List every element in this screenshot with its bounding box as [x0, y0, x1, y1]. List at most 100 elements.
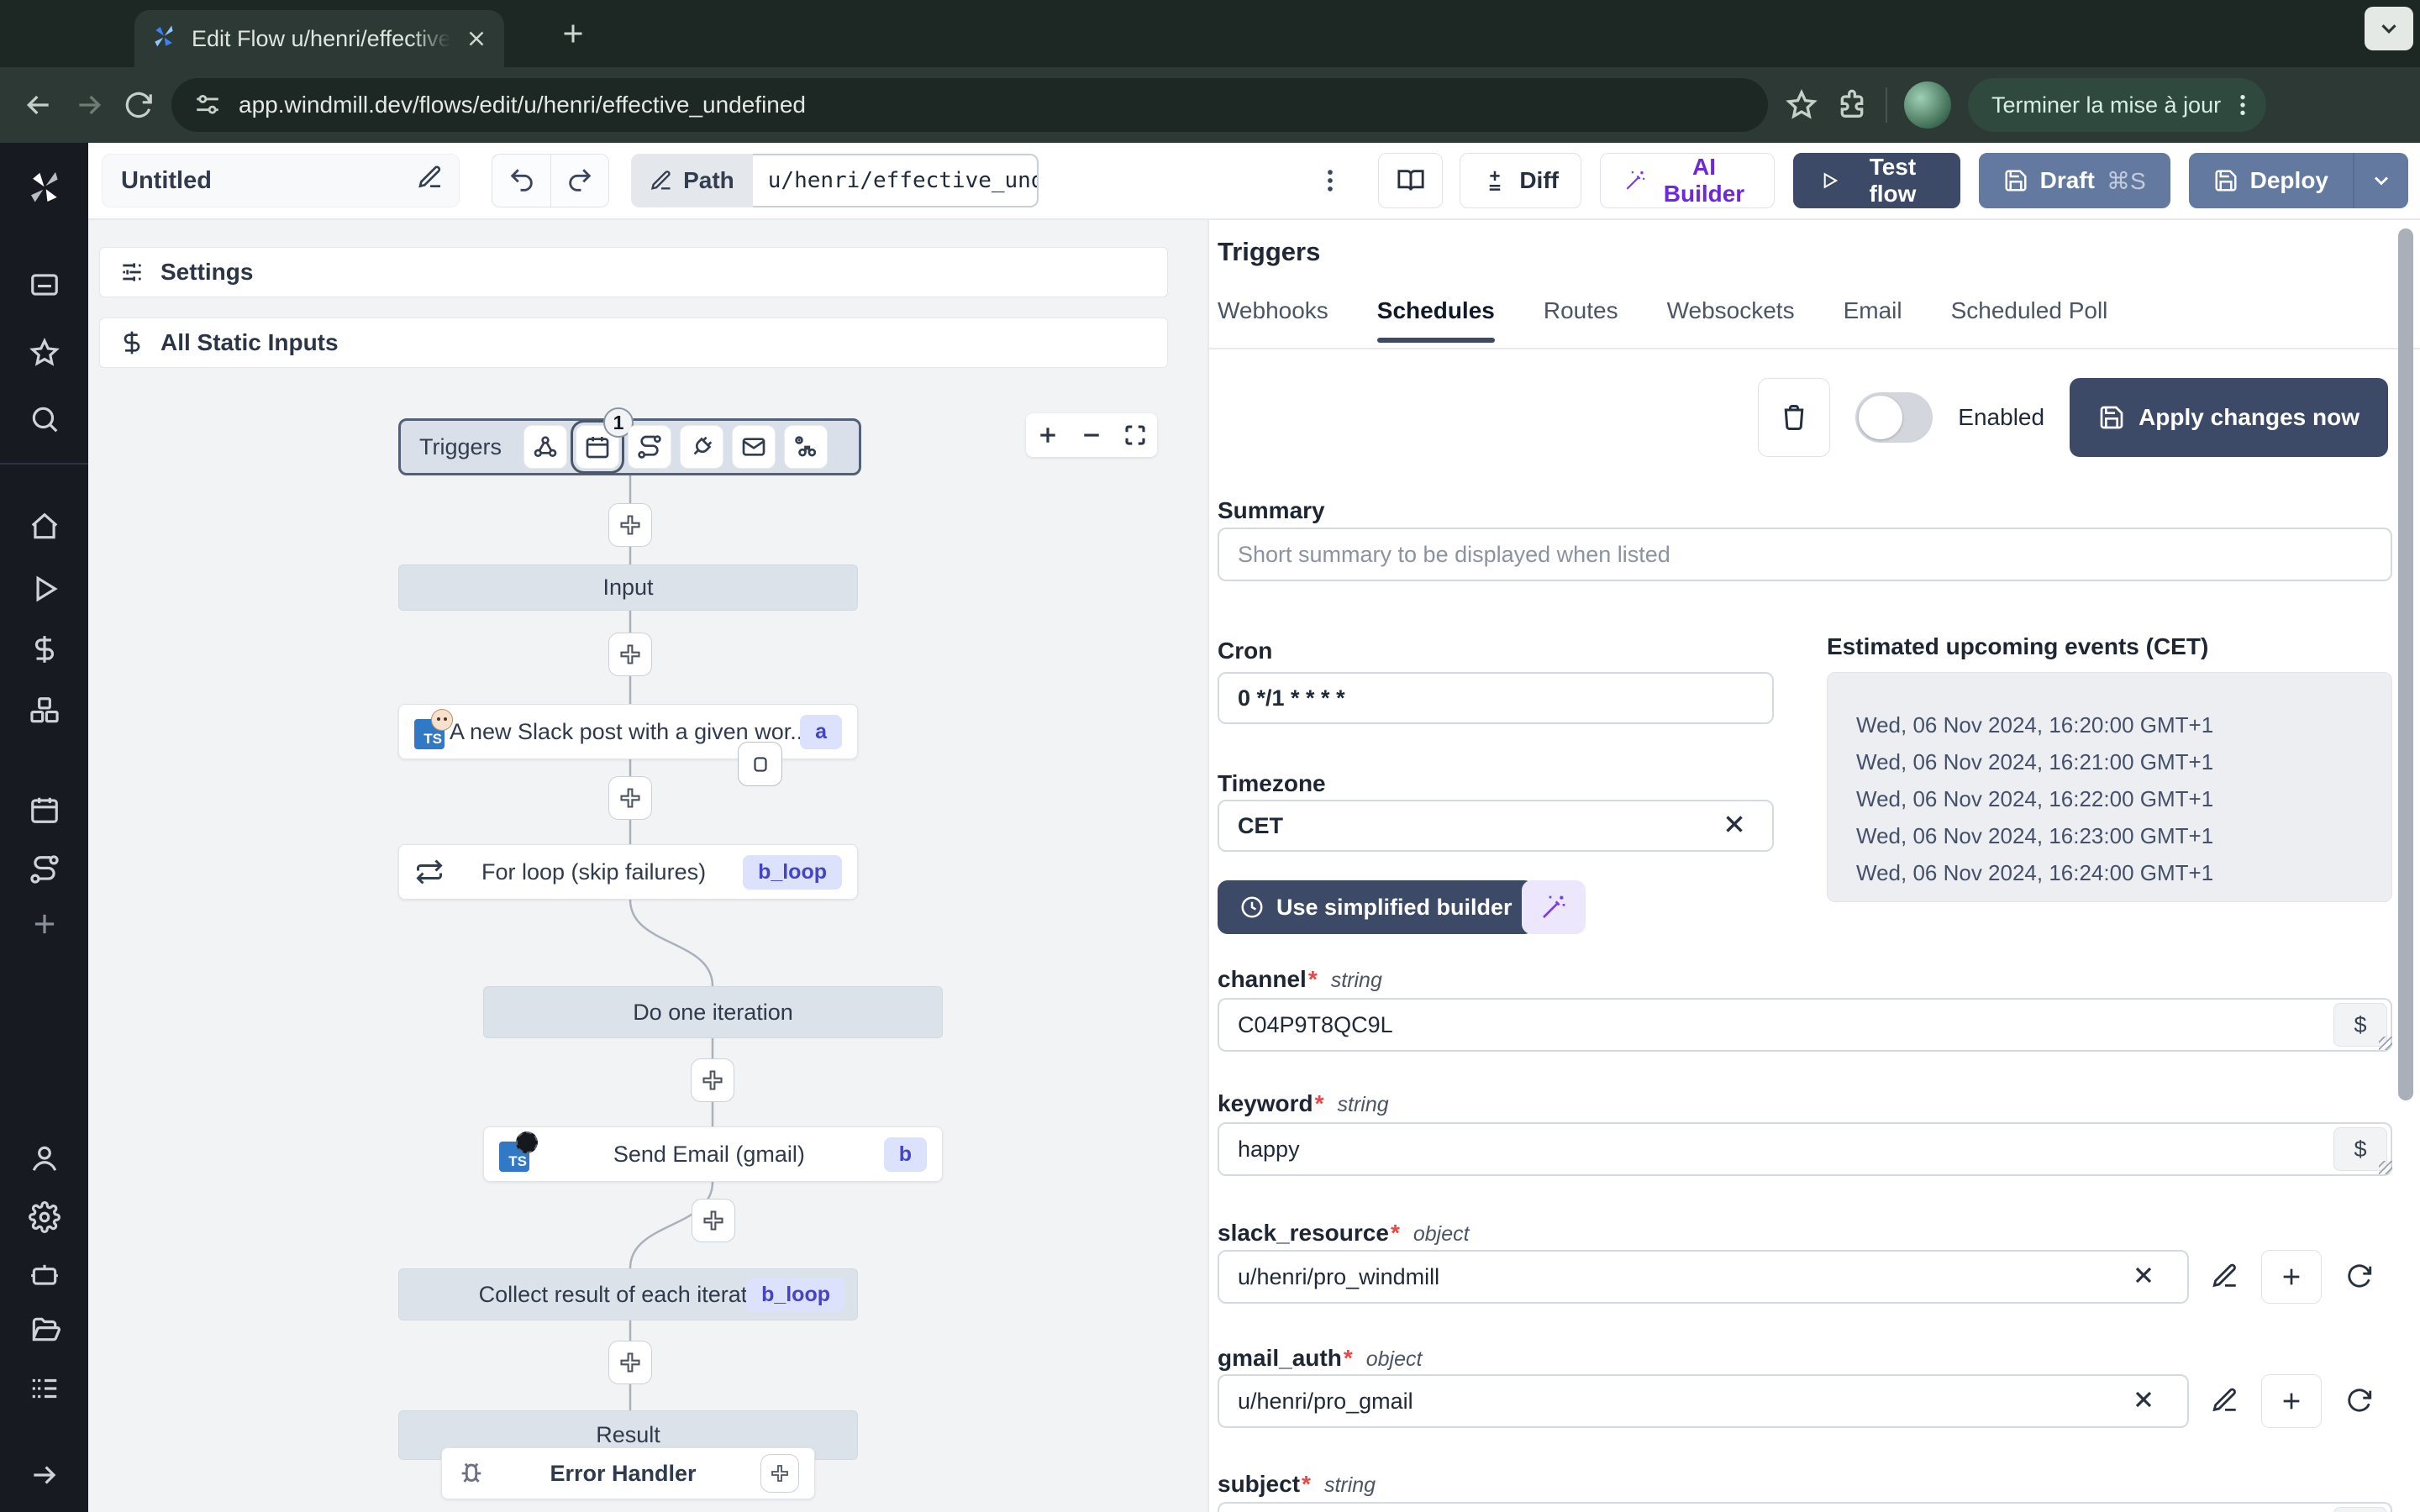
docs-book-button[interactable]: [1377, 153, 1444, 208]
route-trigger-icon[interactable]: [628, 425, 672, 469]
gmail-auth-input[interactable]: [1218, 1374, 2189, 1428]
scheduled-poll-binoculars-icon[interactable]: [784, 425, 829, 469]
windmill-logo-icon[interactable]: [23, 166, 66, 214]
favorites-star-icon[interactable]: [29, 337, 60, 373]
path-input[interactable]: u/henri/effective_undef: [752, 154, 1039, 207]
tab-websockets[interactable]: Websockets: [1667, 297, 1795, 343]
refresh-slack-resource-icon[interactable]: [2345, 1262, 2374, 1293]
chrome-update-button[interactable]: Terminer la mise à jour: [1968, 78, 2267, 132]
settings-gear-icon[interactable]: [28, 1201, 60, 1237]
all-static-inputs-row[interactable]: All Static Inputs: [99, 318, 1168, 368]
schedules-calendar-icon[interactable]: [29, 794, 60, 830]
insert-step-plus-icon[interactable]: [691, 1058, 734, 1102]
triggers-node[interactable]: Triggers 1: [398, 407, 861, 475]
deploy-button[interactable]: Deploy: [2188, 153, 2353, 208]
tab-webhooks[interactable]: Webhooks: [1218, 297, 1328, 343]
zoom-out-icon[interactable]: [1079, 423, 1104, 448]
tab-scheduled-poll[interactable]: Scheduled Poll: [1951, 297, 2108, 343]
tab-close-icon[interactable]: [464, 26, 489, 51]
apps-icon[interactable]: [29, 269, 60, 305]
add-plus-icon[interactable]: [29, 908, 60, 944]
tab-routes[interactable]: Routes: [1544, 297, 1618, 343]
subject-input[interactable]: [1218, 1502, 2392, 1512]
clear-timezone-x-icon[interactable]: [1720, 810, 1749, 841]
channel-resize-handle[interactable]: [2379, 1037, 2392, 1050]
timezone-input[interactable]: [1218, 800, 1774, 852]
reload-icon[interactable]: [123, 89, 155, 121]
edit-gmail-auth-pencil-icon[interactable]: [2211, 1386, 2239, 1417]
search-icon[interactable]: [29, 403, 60, 439]
slack-resource-input[interactable]: [1218, 1250, 2189, 1304]
keyword-resize-handle[interactable]: [2379, 1161, 2392, 1174]
insert-step-plus-icon[interactable]: [608, 1341, 652, 1384]
error-handler-node[interactable]: Error Handler: [441, 1447, 815, 1499]
diff-button[interactable]: Diff: [1460, 153, 1581, 208]
folders-icon[interactable]: [29, 1314, 60, 1350]
slack-step-node[interactable]: TS A new Slack post with a given wor... …: [398, 704, 858, 759]
runs-play-icon[interactable]: [29, 573, 60, 609]
clear-slack-resource-x-icon[interactable]: [2130, 1262, 2157, 1291]
add-gmail-auth-plus-icon[interactable]: [2261, 1374, 2322, 1428]
edit-slack-resource-pencil-icon[interactable]: [2211, 1262, 2239, 1293]
more-options-kebab-icon[interactable]: [1316, 166, 1344, 195]
apply-changes-button[interactable]: Apply changes now: [2070, 378, 2388, 457]
insert-step-plus-icon[interactable]: [608, 633, 652, 676]
panel-scrollbar[interactable]: [2398, 228, 2413, 1100]
forward-icon[interactable]: [72, 88, 106, 122]
home-icon[interactable]: [29, 511, 60, 547]
websocket-plug-trigger-icon[interactable]: [680, 425, 724, 469]
do-one-iteration-node[interactable]: Do one iteration: [483, 986, 943, 1038]
add-error-handler-plus-icon[interactable]: [760, 1454, 799, 1493]
workers-bot-icon[interactable]: [29, 1258, 60, 1294]
settings-row[interactable]: Settings: [99, 247, 1168, 297]
subject-template-dollar-icon[interactable]: $: [2333, 1507, 2387, 1512]
routes-icon[interactable]: [29, 853, 60, 890]
insert-step-plus-icon[interactable]: [692, 1199, 735, 1242]
extensions-puzzle-icon[interactable]: [1835, 88, 1869, 122]
profile-avatar[interactable]: [1904, 81, 1951, 129]
ai-cron-wand-icon[interactable]: [1522, 880, 1586, 934]
user-icon[interactable]: [29, 1142, 60, 1179]
deploy-dropdown-chevron-icon[interactable]: [2353, 153, 2408, 208]
test-flow-button[interactable]: Test flow: [1792, 153, 1960, 208]
flow-canvas[interactable]: Triggers 1 Input TS A new Slack post wit…: [88, 382, 1207, 1512]
for-loop-node[interactable]: For loop (skip failures) b_loop: [398, 844, 858, 900]
site-info-icon[interactable]: [193, 91, 222, 119]
tab-search-chevron-icon[interactable]: [2365, 7, 2413, 50]
back-icon[interactable]: [22, 88, 55, 122]
expand-arrow-icon[interactable]: [29, 1459, 60, 1495]
early-stop-square-icon[interactable]: [738, 742, 782, 786]
keyword-input[interactable]: [1218, 1122, 2392, 1176]
tab-email[interactable]: Email: [1844, 297, 1902, 343]
url-bar[interactable]: app.windmill.dev/flows/edit/u/henri/effe…: [171, 78, 1768, 132]
clear-gmail-auth-x-icon[interactable]: [2130, 1386, 2157, 1415]
insert-step-plus-icon[interactable]: [608, 776, 652, 820]
zoom-in-icon[interactable]: [1035, 423, 1060, 448]
summary-input[interactable]: [1218, 528, 2392, 581]
webhook-trigger-icon[interactable]: [523, 425, 568, 469]
edit-title-pencil-icon[interactable]: [417, 164, 444, 197]
flow-title-box[interactable]: Untitled: [102, 154, 460, 207]
logs-list-icon[interactable]: [29, 1373, 60, 1409]
tab-schedules[interactable]: Schedules: [1376, 297, 1495, 343]
email-trigger-icon[interactable]: [732, 425, 776, 469]
enabled-toggle[interactable]: [1855, 392, 1933, 443]
ai-builder-button[interactable]: AI Builder: [1599, 153, 1775, 208]
refresh-gmail-auth-icon[interactable]: [2345, 1386, 2374, 1417]
collect-result-node[interactable]: Collect result of each iteration b_loop: [398, 1268, 858, 1320]
add-slack-resource-plus-icon[interactable]: [2261, 1250, 2322, 1304]
simplified-builder-button[interactable]: Use simplified builder: [1218, 880, 1534, 934]
fit-view-icon[interactable]: [1123, 423, 1148, 448]
browser-tab[interactable]: Edit Flow u/henri/effective_un: [134, 10, 504, 67]
insert-step-plus-icon[interactable]: [608, 503, 652, 547]
send-email-node[interactable]: TS Send Email (gmail) b: [483, 1126, 943, 1182]
redo-button[interactable]: [550, 155, 608, 207]
resources-boxes-icon[interactable]: [29, 695, 60, 731]
undo-button[interactable]: [492, 155, 550, 207]
bookmark-star-icon[interactable]: [1785, 88, 1818, 122]
input-node[interactable]: Input: [398, 564, 858, 611]
variables-dollar-icon[interactable]: [29, 633, 60, 669]
cron-input[interactable]: [1218, 672, 1774, 724]
new-tab-button[interactable]: [558, 18, 588, 49]
delete-schedule-trash-icon[interactable]: [1758, 378, 1831, 457]
